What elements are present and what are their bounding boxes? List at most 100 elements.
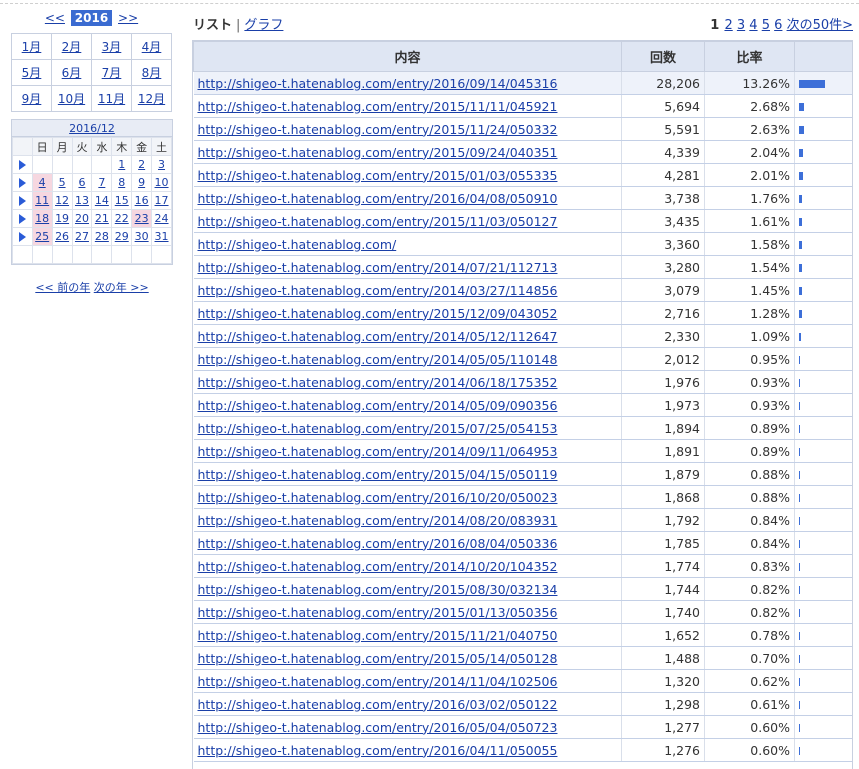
calendar-day-link[interactable]: 29 xyxy=(115,230,129,243)
calendar-day-link[interactable]: 21 xyxy=(95,212,109,225)
calendar-day[interactable]: 14 xyxy=(91,191,113,210)
url-link[interactable]: http://shigeo-t.hatenablog.com/entry/201… xyxy=(198,674,558,689)
calendar-day-link[interactable]: 4 xyxy=(39,176,46,189)
prev-year-text-link[interactable]: << 前の年 xyxy=(35,281,90,294)
tab-graph[interactable]: グラフ xyxy=(244,18,283,33)
url-link[interactable]: http://shigeo-t.hatenablog.com/entry/201… xyxy=(198,398,558,413)
page-link[interactable]: 3 xyxy=(737,18,745,33)
calendar-day-link[interactable]: 9 xyxy=(138,176,145,189)
url-link[interactable]: http://shigeo-t.hatenablog.com/entry/201… xyxy=(198,467,558,482)
play-arrow-icon[interactable] xyxy=(18,178,26,188)
month-link[interactable]: 8月 xyxy=(142,66,162,80)
calendar-day-link[interactable]: 3 xyxy=(158,158,165,171)
calendar-day[interactable]: 24 xyxy=(151,209,172,228)
calendar-day-link[interactable]: 25 xyxy=(35,230,49,243)
calendar-day[interactable]: 25 xyxy=(31,227,53,246)
calendar-day-link[interactable]: 30 xyxy=(135,230,149,243)
calendar-day[interactable]: 10 xyxy=(151,173,172,192)
calendar-day[interactable]: 13 xyxy=(71,191,93,210)
calendar-day-link[interactable]: 8 xyxy=(118,176,125,189)
calendar-day[interactable]: 1 xyxy=(111,155,133,174)
url-link[interactable]: http://shigeo-t.hatenablog.com/entry/201… xyxy=(198,697,558,712)
calendar-day-link[interactable]: 1 xyxy=(118,158,125,171)
url-link[interactable]: http://shigeo-t.hatenablog.com/entry/201… xyxy=(198,306,558,321)
calendar-day-link[interactable]: 5 xyxy=(59,176,66,189)
page-link[interactable]: 4 xyxy=(749,18,757,33)
url-link[interactable]: http://shigeo-t.hatenablog.com/entry/201… xyxy=(198,145,558,160)
url-link[interactable]: http://shigeo-t.hatenablog.com/entry/201… xyxy=(198,743,558,758)
url-link[interactable]: http://shigeo-t.hatenablog.com/entry/201… xyxy=(198,582,558,597)
url-link[interactable]: http://shigeo-t.hatenablog.com/entry/201… xyxy=(198,559,558,574)
calendar-day[interactable]: 21 xyxy=(91,209,113,228)
calendar-day[interactable]: 23 xyxy=(131,209,153,228)
calendar-day-link[interactable]: 27 xyxy=(75,230,89,243)
calendar-day[interactable]: 5 xyxy=(51,173,73,192)
calendar-day-link[interactable]: 16 xyxy=(135,194,149,207)
month-link[interactable]: 3月 xyxy=(102,40,122,54)
tab-list[interactable]: リスト xyxy=(193,18,232,33)
month-link[interactable]: 7月 xyxy=(102,66,122,80)
url-link[interactable]: http://shigeo-t.hatenablog.com/entry/201… xyxy=(198,99,558,114)
calendar-day-link[interactable]: 23 xyxy=(135,212,149,225)
calendar-day[interactable]: 15 xyxy=(111,191,133,210)
next-page-link[interactable]: 次の50件> xyxy=(787,18,853,33)
calendar-day[interactable]: 20 xyxy=(71,209,93,228)
calendar-day[interactable]: 22 xyxy=(111,209,133,228)
calendar-day[interactable]: 26 xyxy=(51,227,73,246)
month-link[interactable]: 6月 xyxy=(62,66,82,80)
calendar-day[interactable]: 3 xyxy=(151,155,172,174)
calendar-day[interactable]: 2 xyxy=(131,155,153,174)
url-link[interactable]: http://shigeo-t.hatenablog.com/entry/201… xyxy=(198,283,558,298)
calendar-day-link[interactable]: 20 xyxy=(75,212,89,225)
play-arrow-icon[interactable] xyxy=(18,232,26,242)
calendar-day[interactable]: 17 xyxy=(151,191,172,210)
url-link[interactable]: http://shigeo-t.hatenablog.com/entry/201… xyxy=(198,329,558,344)
calendar-day-link[interactable]: 22 xyxy=(115,212,129,225)
calendar-day-link[interactable]: 2 xyxy=(138,158,145,171)
calendar-day[interactable]: 18 xyxy=(31,209,53,228)
calendar-day-link[interactable]: 19 xyxy=(55,212,69,225)
month-link[interactable]: 5月 xyxy=(22,66,42,80)
url-link[interactable]: http://shigeo-t.hatenablog.com/entry/201… xyxy=(198,605,558,620)
play-arrow-icon[interactable] xyxy=(18,196,26,206)
calendar-day[interactable]: 12 xyxy=(51,191,73,210)
month-link[interactable]: 1月 xyxy=(22,40,42,54)
url-link[interactable]: http://shigeo-t.hatenablog.com/entry/201… xyxy=(198,168,558,183)
calendar-day[interactable]: 7 xyxy=(91,173,113,192)
calendar-day[interactable]: 9 xyxy=(131,173,153,192)
week-arrow-cell[interactable] xyxy=(12,209,33,228)
url-link[interactable]: http://shigeo-t.hatenablog.com/entry/201… xyxy=(198,720,558,735)
month-link[interactable]: 10月 xyxy=(58,92,85,106)
url-link[interactable]: http://shigeo-t.hatenablog.com/entry/201… xyxy=(198,490,558,505)
week-arrow-cell[interactable] xyxy=(12,173,33,192)
url-link[interactable]: http://shigeo-t.hatenablog.com/entry/201… xyxy=(198,352,558,367)
url-link[interactable]: http://shigeo-t.hatenablog.com/entry/201… xyxy=(198,214,558,229)
url-link[interactable]: http://shigeo-t.hatenablog.com/entry/201… xyxy=(198,628,558,643)
calendar-day-link[interactable]: 24 xyxy=(155,212,169,225)
calendar-day-link[interactable]: 28 xyxy=(95,230,109,243)
next-year-text-link[interactable]: 次の年 >> xyxy=(94,281,149,294)
url-link[interactable]: http://shigeo-t.hatenablog.com/ xyxy=(198,237,397,252)
page-link[interactable]: 2 xyxy=(724,18,732,33)
month-link[interactable]: 4月 xyxy=(142,40,162,54)
prev-year-link[interactable]: << xyxy=(45,11,65,25)
calendar-day[interactable]: 6 xyxy=(71,173,93,192)
month-link[interactable]: 12月 xyxy=(138,92,165,106)
calendar-day-link[interactable]: 13 xyxy=(75,194,89,207)
calendar-day[interactable]: 31 xyxy=(151,227,172,246)
calendar-day-link[interactable]: 15 xyxy=(115,194,129,207)
page-link[interactable]: 6 xyxy=(774,18,782,33)
url-link[interactable]: http://shigeo-t.hatenablog.com/entry/201… xyxy=(198,421,558,436)
play-arrow-icon[interactable] xyxy=(18,214,26,224)
url-link[interactable]: http://shigeo-t.hatenablog.com/entry/201… xyxy=(198,76,558,91)
next-year-link[interactable]: >> xyxy=(118,11,138,25)
play-arrow-icon[interactable] xyxy=(18,160,26,170)
url-link[interactable]: http://shigeo-t.hatenablog.com/entry/201… xyxy=(198,536,558,551)
calendar-day-link[interactable]: 18 xyxy=(35,212,49,225)
week-arrow-cell[interactable] xyxy=(12,191,33,210)
url-link[interactable]: http://shigeo-t.hatenablog.com/entry/201… xyxy=(198,651,558,666)
calendar-day-link[interactable]: 11 xyxy=(35,194,49,207)
calendar-day-link[interactable]: 31 xyxy=(155,230,169,243)
calendar-day-link[interactable]: 10 xyxy=(155,176,169,189)
url-link[interactable]: http://shigeo-t.hatenablog.com/entry/201… xyxy=(198,122,558,137)
